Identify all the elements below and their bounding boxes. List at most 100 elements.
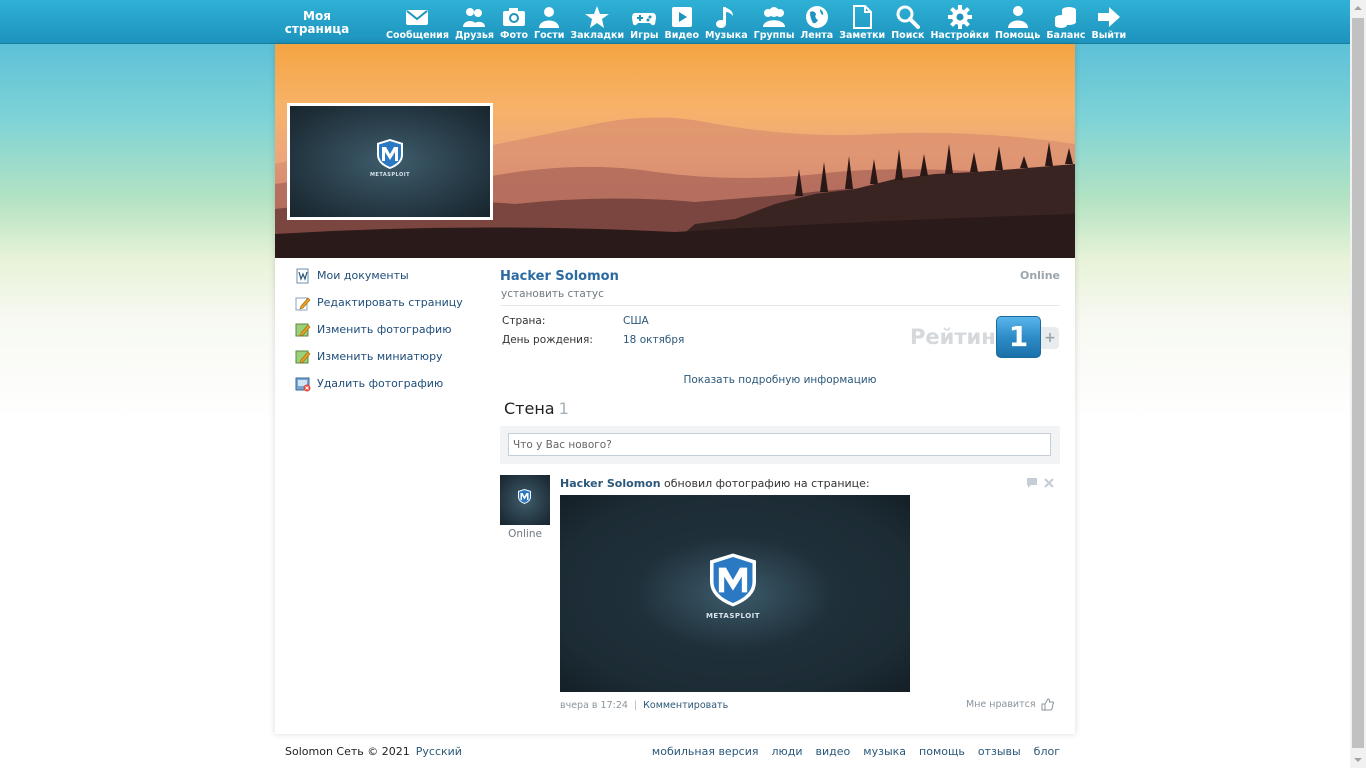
divider xyxy=(500,305,1060,306)
main-nav: Сообщения Друзья Фото Гости Закладки Игр… xyxy=(386,4,1132,41)
nav-label: Фото xyxy=(500,30,529,41)
footer-link-mobile[interactable]: мобильная версия xyxy=(652,745,759,758)
footer-link-blog[interactable]: блог xyxy=(1034,745,1060,758)
nav-label: Сообщения xyxy=(386,30,449,41)
nav-label: Настройки xyxy=(930,30,990,41)
close-icon[interactable] xyxy=(1043,477,1055,489)
post-time[interactable]: вчера в 17:24 xyxy=(560,700,628,711)
nav-label: Помощь xyxy=(995,30,1041,41)
nav-notes[interactable]: Заметки xyxy=(839,4,885,41)
arrow-right-icon xyxy=(1097,7,1120,27)
nav-games[interactable]: Игры xyxy=(630,4,658,41)
footer-link-music[interactable]: музыка xyxy=(863,745,906,758)
search-icon xyxy=(896,5,920,29)
country-label: Страна: xyxy=(502,315,546,327)
language-link[interactable]: Русский xyxy=(416,745,462,758)
document-icon xyxy=(296,268,309,283)
rating-plus-button[interactable]: + xyxy=(1041,327,1059,349)
wall-composer xyxy=(500,426,1060,464)
wall-post-input[interactable] xyxy=(508,433,1051,456)
nav-music[interactable]: Музыка xyxy=(705,4,748,41)
footer-copyright: Solomon Сеть © 2021 Русский xyxy=(285,745,462,758)
scroll-thumb[interactable] xyxy=(1352,18,1364,748)
nav-label: Видео xyxy=(664,30,700,41)
metasploit-logo-icon xyxy=(518,489,531,504)
nav-feed[interactable]: Лента xyxy=(800,4,833,41)
nav-label: Игры xyxy=(630,30,659,41)
copyright-text: Solomon Сеть © 2021 xyxy=(285,745,410,758)
gear-icon xyxy=(947,5,972,29)
country-value[interactable]: США xyxy=(623,315,649,327)
show-details-link[interactable]: Показать подробную информацию xyxy=(500,374,1060,386)
birthday-value[interactable]: 18 октября xyxy=(623,334,684,346)
comment-link[interactable]: Комментировать xyxy=(643,700,728,711)
post-photo[interactable]: METASPLOIT xyxy=(560,495,910,692)
nav-label: Лента xyxy=(800,30,834,41)
cover-image: METASPLOIT xyxy=(275,44,1075,258)
menu-my-documents[interactable]: Мои документы xyxy=(295,262,463,289)
my-page-link[interactable]: Моя страница xyxy=(282,10,352,36)
menu-change-photo[interactable]: Изменить фотографию xyxy=(295,316,463,343)
menu-change-thumbnail[interactable]: Изменить миниатюру xyxy=(295,343,463,370)
nav-balance[interactable]: Баланс xyxy=(1046,4,1086,41)
nav-label: Музыка xyxy=(705,30,748,41)
delete-photo-icon xyxy=(295,377,311,391)
post-author-link[interactable]: Hacker Solomon xyxy=(560,477,661,490)
nav-bookmarks[interactable]: Закладки xyxy=(570,4,624,41)
menu-label: Изменить фотографию xyxy=(317,323,452,336)
nav-photos[interactable]: Фото xyxy=(500,4,528,41)
wall-title: Стена 1 xyxy=(504,399,569,418)
coins-icon xyxy=(1054,7,1076,28)
like-label: Мне нравится xyxy=(966,699,1036,710)
nav-label: Поиск xyxy=(891,30,925,41)
wall-title-text: Стена xyxy=(504,399,555,418)
nav-logout[interactable]: Выйти xyxy=(1092,4,1126,41)
menu-edit-page[interactable]: Редактировать страницу xyxy=(295,289,463,316)
footer-link-people[interactable]: люди xyxy=(772,745,803,758)
birthday-label: День рождения: xyxy=(502,334,593,346)
nav-messages[interactable]: Сообщения xyxy=(386,4,449,41)
metasploit-logo-icon xyxy=(377,139,403,169)
star-icon xyxy=(585,6,610,28)
footer-link-reviews[interactable]: отзывы xyxy=(978,745,1021,758)
page-scrollbar[interactable] xyxy=(1350,0,1366,768)
left-menu: Мои документы Редактировать страницу Изм… xyxy=(295,262,463,397)
envelope-icon xyxy=(406,10,429,25)
music-icon xyxy=(716,7,734,28)
footer-links: мобильная версия люди видео музыка помощ… xyxy=(639,745,1060,758)
menu-label: Редактировать страницу xyxy=(317,296,463,309)
menu-label: Мои документы xyxy=(317,269,409,282)
online-status: Online xyxy=(1019,269,1060,282)
friends-icon xyxy=(463,8,486,27)
nav-guests[interactable]: Гости xyxy=(534,4,564,41)
comment-icon[interactable] xyxy=(1026,477,1038,489)
set-status-link[interactable]: установить статус xyxy=(501,288,604,300)
footer-link-video[interactable]: видео xyxy=(816,745,851,758)
edit-icon xyxy=(295,297,311,310)
post-footer-separator: | xyxy=(633,700,638,711)
scroll-down-arrow[interactable] xyxy=(1350,752,1366,768)
nav-label: Друзья xyxy=(454,30,495,41)
top-navigation-bar: Моя страница Сообщения Друзья Фото Гости… xyxy=(0,0,1350,44)
nav-friends[interactable]: Друзья xyxy=(455,4,494,41)
post-header: Hacker Solomon обновил фотографию на стр… xyxy=(560,477,870,490)
globe-icon xyxy=(805,6,828,28)
post-photo-logo-text: METASPLOIT xyxy=(705,612,761,620)
post-footer: вчера в 17:24 | Комментировать xyxy=(560,700,728,711)
guest-icon xyxy=(539,7,560,28)
post-author-avatar[interactable] xyxy=(500,475,550,525)
nav-search[interactable]: Поиск xyxy=(891,4,924,41)
menu-delete-photo[interactable]: Удалить фотографию xyxy=(295,370,463,397)
profile-avatar[interactable]: METASPLOIT xyxy=(287,103,493,220)
like-button[interactable]: Мне нравится xyxy=(966,698,1054,711)
footer-link-help[interactable]: помощь xyxy=(919,745,965,758)
edit-thumbnail-icon xyxy=(295,350,311,363)
nav-settings[interactable]: Настройки xyxy=(930,4,989,41)
scroll-up-arrow[interactable] xyxy=(1350,0,1366,16)
nav-help[interactable]: Помощь xyxy=(995,4,1040,41)
note-icon xyxy=(853,5,873,29)
nav-groups[interactable]: Группы xyxy=(754,4,794,41)
play-icon xyxy=(671,7,692,27)
rating-value: 1 xyxy=(996,316,1041,358)
nav-video[interactable]: Видео xyxy=(664,4,699,41)
